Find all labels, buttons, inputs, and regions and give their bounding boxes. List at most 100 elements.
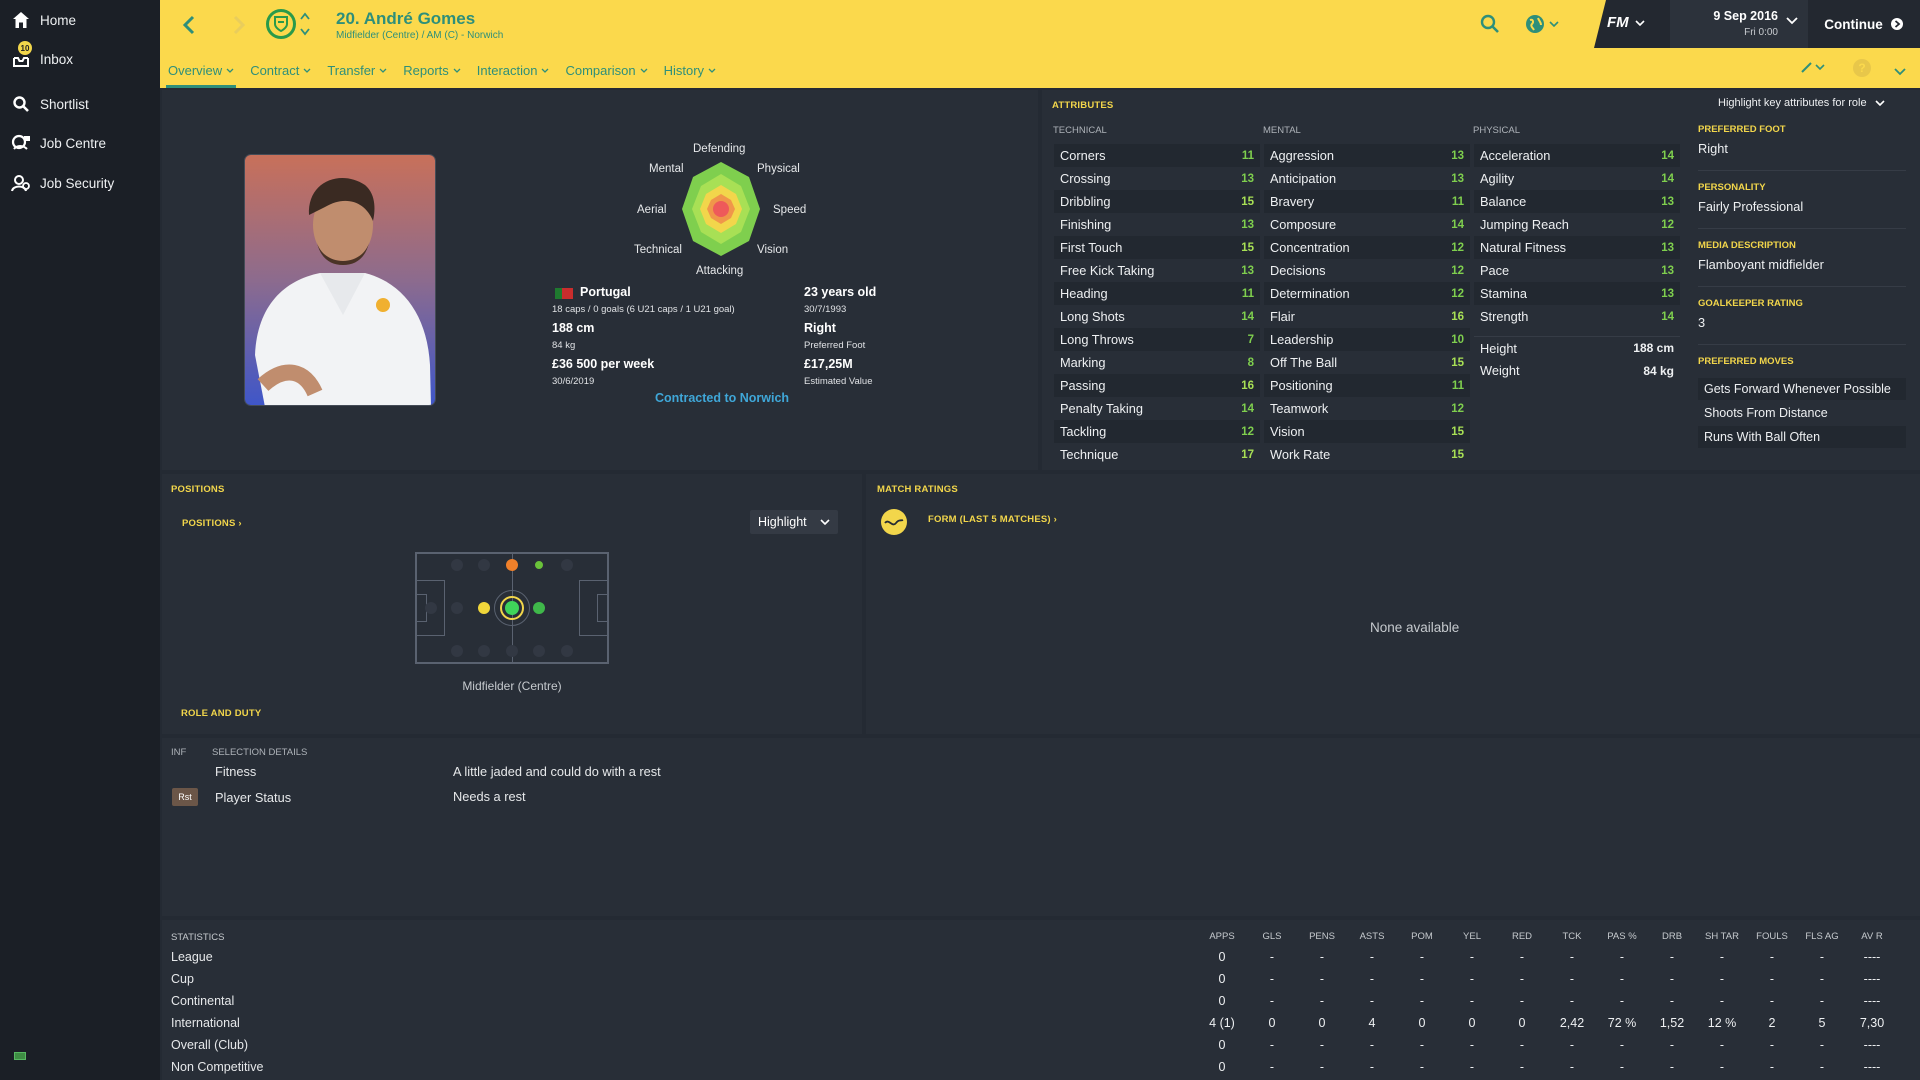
attribute-row[interactable]: Dribbling 15 (1054, 190, 1260, 213)
column-header[interactable]: RED (1499, 926, 1545, 948)
attribute-row[interactable]: Technique 17 (1054, 443, 1260, 466)
column-header[interactable]: TCK (1549, 926, 1595, 948)
chevron-down-icon (226, 68, 234, 73)
nationality[interactable]: Portugal (580, 285, 631, 299)
column-header[interactable]: FOULS (1749, 926, 1795, 948)
table-cell: 0 (1218, 1038, 1226, 1052)
attribute-row[interactable]: Agility 14 (1474, 167, 1680, 190)
attribute-row[interactable]: Long Throws 7 (1054, 328, 1260, 351)
column-header[interactable]: GLS (1249, 926, 1295, 948)
table-row[interactable]: Overall (Club) 0- - - - - - - - - - - - ---- (160, 1034, 1920, 1056)
continue-button[interactable]: Continue (1808, 0, 1920, 48)
attribute-row[interactable]: Passing 16 (1054, 374, 1260, 397)
tab-contract[interactable]: Contract (242, 52, 319, 88)
attribute-row[interactable]: Flair 16 (1264, 305, 1470, 328)
more-button[interactable] (1894, 64, 1906, 79)
field-label: GOALKEEPER RATING (1698, 298, 1803, 309)
row-label: International (171, 1016, 240, 1030)
attribute-row[interactable]: Bravery 11 (1264, 190, 1470, 213)
tab-reports[interactable]: Reports (395, 52, 469, 88)
attribute-row[interactable]: Anticipation 13 (1264, 167, 1470, 190)
attribute-row[interactable]: Finishing 13 (1054, 213, 1260, 236)
attribute-row[interactable]: Long Shots 14 (1054, 305, 1260, 328)
table-cell: - (1319, 994, 1325, 1008)
tab-overview[interactable]: Overview (160, 52, 242, 88)
tab-interaction[interactable]: Interaction (469, 52, 558, 88)
column-header[interactable]: PAS % (1599, 926, 1645, 948)
divider (1698, 344, 1906, 345)
table-row[interactable]: International 4 (1) 0 0 4 0 0 0 2,42 72 % 1,52 12 %… (160, 1012, 1920, 1034)
forward-button[interactable] (226, 12, 252, 38)
club-badge-icon[interactable] (266, 9, 296, 39)
attribute-row[interactable]: Stamina 13 (1474, 282, 1680, 305)
attribute-radar (680, 160, 762, 261)
table-row[interactable]: Continental 0- - - - - - - - - - - - ---- (160, 990, 1920, 1012)
table-row[interactable]: Non Competitive 0- - - - - - - - - - - - ---- (160, 1056, 1920, 1078)
tab-comparison[interactable]: Comparison (557, 52, 655, 88)
attribute-row[interactable]: Natural Fitness 13 (1474, 236, 1680, 259)
world-menu-button[interactable] (1524, 13, 1559, 35)
attribute-row[interactable]: Heading 11 (1054, 282, 1260, 305)
attribute-row[interactable]: Jumping Reach 12 (1474, 213, 1680, 236)
sidebar-item-home[interactable]: Home (0, 4, 160, 36)
sidebar-item-job-centre[interactable]: Job Centre (0, 127, 160, 159)
radar-label-speed: Speed (773, 204, 807, 216)
fm-menu-button[interactable]: FM (1607, 14, 1645, 31)
attribute-row[interactable]: Concentration 12 (1264, 236, 1470, 259)
attribute-row[interactable]: First Touch 15 (1054, 236, 1260, 259)
sidebar-item-inbox[interactable]: 10 Inbox (0, 41, 160, 75)
attribute-row[interactable]: Crossing 13 (1054, 167, 1260, 190)
attribute-row[interactable]: Strength 14 (1474, 305, 1680, 328)
sidebar-item-job-security[interactable]: Job Security (0, 167, 160, 199)
attribute-row[interactable]: Off The Ball 15 (1264, 351, 1470, 374)
table-row[interactable]: Cup 0- - - - - - - - - - - - ---- (160, 968, 1920, 990)
column-header[interactable]: AV R (1849, 926, 1895, 948)
column-header[interactable]: DRB (1649, 926, 1695, 948)
attribute-row[interactable]: Penalty Taking 14 (1054, 397, 1260, 420)
column-header[interactable]: FLS AG (1799, 926, 1845, 948)
help-button[interactable]: ? (1852, 58, 1872, 81)
position-label: Midfielder (Centre) (462, 679, 562, 693)
attribute-row[interactable]: Balance 13 (1474, 190, 1680, 213)
sidebar-item-shortlist[interactable]: Shortlist (0, 88, 160, 120)
attribute-row[interactable]: Leadership 10 (1264, 328, 1470, 351)
contract-status-link[interactable]: Contracted to Norwich (655, 391, 789, 405)
attribute-row[interactable]: Decisions 12 (1264, 259, 1470, 282)
match-ratings-title: MATCH RATINGS (877, 484, 958, 495)
form-link[interactable]: FORM (LAST 5 MATCHES) › (928, 514, 1057, 525)
attribute-row[interactable]: Acceleration 14 (1474, 144, 1680, 167)
tab-history[interactable]: History (656, 52, 724, 88)
attribute-row[interactable]: Tackling 12 (1054, 420, 1260, 443)
back-button[interactable] (176, 12, 202, 38)
status-indicator-icon[interactable] (14, 1052, 26, 1060)
attribute-row[interactable]: Free Kick Taking 13 (1054, 259, 1260, 282)
date-button[interactable]: 9 Sep 2016 Fri 0:00 (1670, 0, 1808, 48)
attribute-row[interactable]: Positioning 11 (1264, 374, 1470, 397)
portugal-flag-icon (555, 288, 573, 299)
column-header[interactable]: ASTS (1349, 926, 1395, 948)
column-header[interactable]: POM (1399, 926, 1445, 948)
highlight-dropdown[interactable]: Highlight (750, 510, 838, 534)
attribute-row[interactable]: Teamwork 12 (1264, 397, 1470, 420)
edit-view-button[interactable] (1800, 60, 1826, 77)
attribute-row[interactable]: Marking 8 (1054, 351, 1260, 374)
highlight-role-dropdown[interactable]: Highlight key attributes for role (1718, 97, 1885, 109)
positions-link[interactable]: POSITIONS › (182, 518, 242, 529)
tab-transfer[interactable]: Transfer (319, 52, 395, 88)
table-row[interactable]: League 0- - - - - - - - - - - - ---- (160, 946, 1920, 968)
attribute-row[interactable]: Aggression 13 (1264, 144, 1470, 167)
attribute-row[interactable]: Corners 11 (1054, 144, 1260, 167)
attribute-row[interactable]: Vision 15 (1264, 420, 1470, 443)
attribute-name: Determination (1270, 286, 1350, 301)
column-header[interactable]: APPS (1199, 926, 1245, 948)
attribute-row[interactable]: Pace 13 (1474, 259, 1680, 282)
player-switch-icon[interactable] (300, 11, 310, 40)
column-header[interactable]: PENS (1299, 926, 1345, 948)
weight-label: Weight (1480, 363, 1520, 378)
search-button[interactable] (1480, 14, 1500, 37)
attribute-row[interactable]: Composure 14 (1264, 213, 1470, 236)
column-header[interactable]: SH TAR (1699, 926, 1745, 948)
attribute-row[interactable]: Work Rate 15 (1264, 443, 1470, 466)
column-header[interactable]: YEL (1449, 926, 1495, 948)
attribute-row[interactable]: Determination 12 (1264, 282, 1470, 305)
